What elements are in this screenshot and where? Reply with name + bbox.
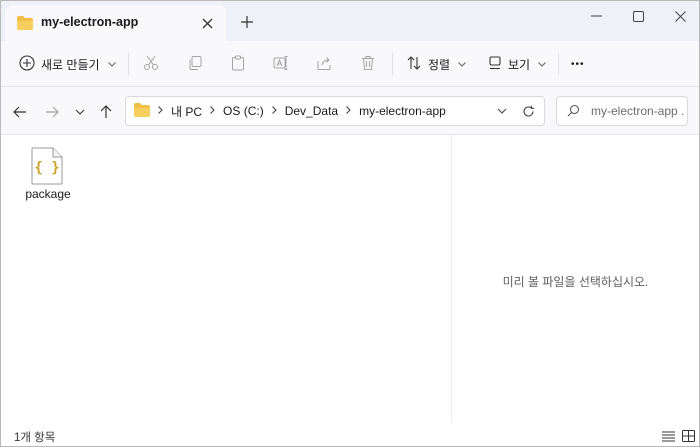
cut-button[interactable] — [143, 49, 159, 79]
tab-my-electron-app[interactable]: my-electron-app — [5, 5, 226, 41]
item-count: 1개 항목 — [14, 432, 56, 444]
sort-button-label: 정렬 — [428, 57, 451, 72]
new-tab-button[interactable] — [237, 12, 257, 32]
address-history-button[interactable] — [492, 101, 512, 121]
refresh-icon — [522, 105, 534, 117]
minimize-button[interactable] — [573, 1, 619, 31]
clipboard-icon — [230, 55, 246, 74]
rename-button[interactable] — [273, 49, 289, 79]
sort-icon — [406, 55, 422, 74]
breadcrumb-item[interactable]: my-electron-app — [359, 104, 446, 118]
tiles-view-button[interactable] — [679, 428, 697, 444]
toolbar-divider — [128, 53, 129, 75]
svg-text:{ }: { } — [34, 160, 59, 176]
arrow-left-icon — [13, 106, 26, 118]
chevron-down-icon — [458, 60, 466, 69]
maximize-button[interactable] — [615, 1, 661, 31]
folder-icon — [134, 102, 150, 120]
chevron-down-icon — [75, 109, 85, 115]
address-bar[interactable]: 내 PC OS (C:) Dev_Data my-electron-app — [125, 96, 545, 126]
sort-button[interactable]: 정렬 — [406, 49, 466, 79]
file-name: package — [25, 187, 71, 201]
scissors-icon — [143, 55, 159, 74]
search-input[interactable] — [591, 103, 685, 119]
new-button-label: 새로 만들기 — [41, 57, 100, 72]
delete-button[interactable] — [360, 49, 376, 79]
toolbar-divider — [392, 53, 393, 75]
title-bar: my-electron-app — [1, 1, 699, 41]
chevron-down-icon — [497, 108, 507, 114]
tab-title: my-electron-app — [41, 15, 139, 29]
view-button[interactable]: 보기 — [488, 49, 546, 79]
arrow-up-icon — [100, 105, 112, 118]
chevron-down-icon — [538, 60, 546, 69]
chevron-right-icon[interactable] — [210, 106, 215, 116]
breadcrumb: 내 PC OS (C:) Dev_Data my-electron-app — [134, 97, 446, 125]
toolbar-divider — [558, 53, 559, 75]
new-button[interactable]: 새로 만들기 — [19, 49, 116, 79]
back-button[interactable] — [9, 101, 31, 123]
chevron-right-icon[interactable] — [346, 106, 351, 116]
folder-icon — [17, 16, 33, 33]
list-view-icon — [661, 430, 675, 442]
file-explorer-window: my-electron-app 새로 만들기 정렬 보기 ••• 내 PC OS… — [0, 0, 700, 447]
preview-pane: 미리 볼 파일을 선택하십시오. — [451, 135, 699, 422]
breadcrumb-item[interactable]: Dev_Data — [285, 104, 338, 118]
tab-close-icon[interactable] — [198, 14, 216, 32]
breadcrumb-item[interactable]: 내 PC — [171, 103, 202, 120]
json-file-icon: { } — [31, 147, 63, 188]
arrow-right-icon — [46, 106, 59, 118]
search-icon — [567, 104, 580, 120]
forward-button[interactable] — [41, 101, 63, 123]
view-button-label: 보기 — [508, 57, 531, 72]
chevron-right-icon[interactable] — [158, 106, 163, 116]
up-button[interactable] — [95, 101, 117, 123]
search-box[interactable] — [556, 96, 688, 126]
copy-icon — [187, 55, 203, 74]
plus-circle-icon — [19, 54, 35, 74]
chevron-right-icon[interactable] — [271, 106, 277, 116]
share-button[interactable] — [316, 49, 332, 79]
share-icon — [316, 55, 332, 74]
list-item[interactable]: { } package — [21, 143, 75, 205]
recent-locations-button[interactable] — [69, 101, 91, 123]
copy-button[interactable] — [187, 49, 203, 79]
close-window-button[interactable] — [657, 1, 699, 31]
refresh-button[interactable] — [518, 101, 538, 121]
rename-icon — [273, 55, 289, 74]
more-options-button[interactable]: ••• — [571, 49, 585, 79]
preview-placeholder-text: 미리 볼 파일을 선택하십시오. — [502, 275, 649, 289]
navigation-bar: 내 PC OS (C:) Dev_Data my-electron-app — [1, 87, 699, 135]
file-list-pane[interactable]: { } package — [1, 135, 451, 422]
command-bar: 새로 만들기 정렬 보기 ••• — [1, 41, 699, 87]
chevron-down-icon — [107, 60, 116, 69]
view-icon — [488, 55, 502, 73]
trash-icon — [360, 55, 376, 74]
details-view-button[interactable] — [659, 428, 677, 444]
breadcrumb-item[interactable]: OS (C:) — [223, 104, 264, 118]
paste-button[interactable] — [230, 49, 246, 79]
status-bar: 1개 항목 — [1, 422, 699, 446]
tiles-view-icon — [681, 430, 695, 442]
